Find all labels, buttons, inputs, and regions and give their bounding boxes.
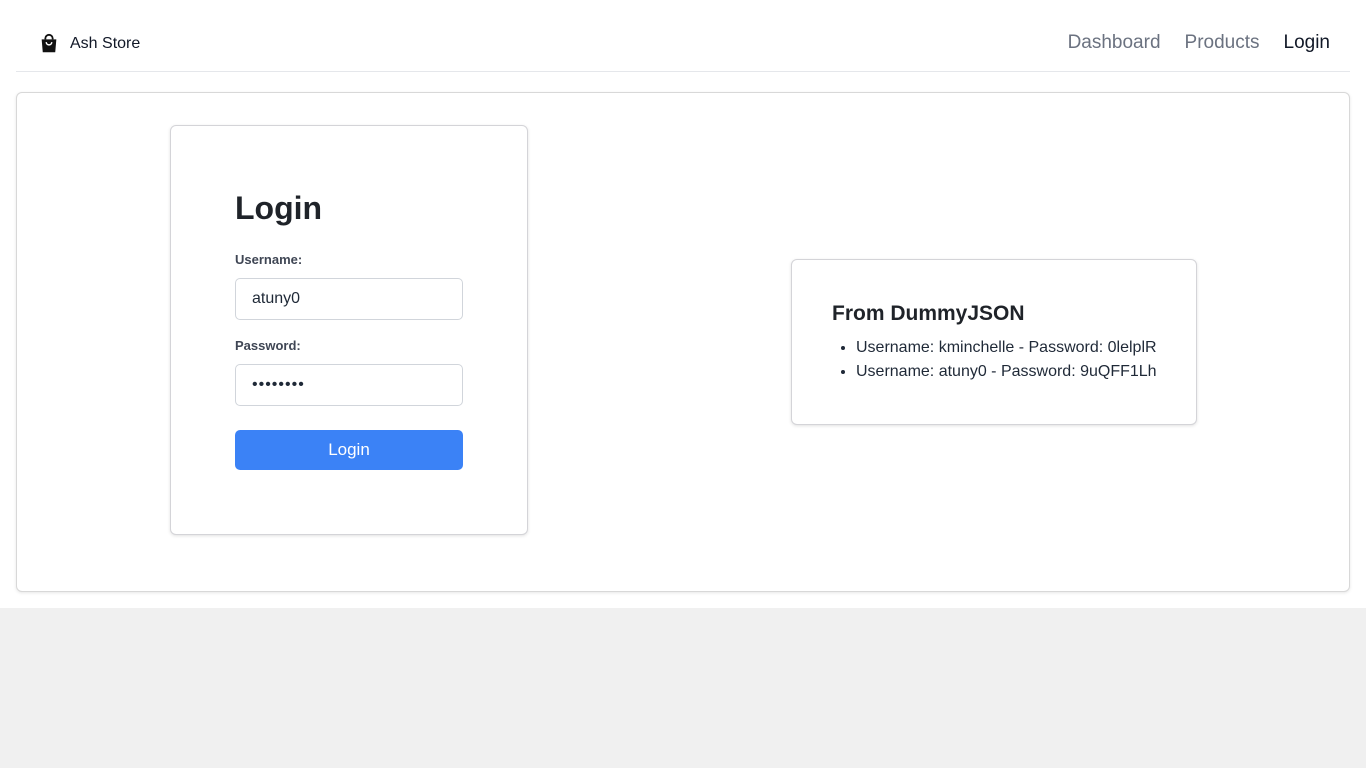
list-item: Username: atuny0 - Password: 9uQFF1Lh <box>856 360 1157 384</box>
nav-login[interactable]: Login <box>1284 30 1331 56</box>
list-item: Username: kminchelle - Password: 0lelplR <box>856 336 1157 360</box>
navbar: Ash Store Dashboard Products Login <box>16 0 1350 72</box>
credentials-card: From DummyJSON Username: kminchelle - Pa… <box>791 259 1197 425</box>
main-nav: Dashboard Products Login <box>1068 30 1330 56</box>
credentials-list: Username: kminchelle - Password: 0lelplR… <box>856 336 1157 384</box>
password-label: Password: <box>235 338 301 353</box>
credentials-title: From DummyJSON <box>832 302 1025 325</box>
brand-name: Ash Store <box>70 35 141 52</box>
login-card: Login Username: Password: Login <box>170 125 528 535</box>
shopping-bag-icon <box>38 33 60 55</box>
username-input[interactable] <box>235 278 463 320</box>
main-panel: Login Username: Password: Login From Dum… <box>16 92 1350 592</box>
username-label: Username: <box>235 252 303 267</box>
login-button[interactable]: Login <box>235 430 463 470</box>
brand-link[interactable]: Ash Store <box>38 32 140 56</box>
nav-dashboard[interactable]: Dashboard <box>1068 30 1161 56</box>
password-input[interactable] <box>235 364 463 406</box>
nav-products[interactable]: Products <box>1185 30 1260 56</box>
login-title: Login <box>235 190 323 226</box>
